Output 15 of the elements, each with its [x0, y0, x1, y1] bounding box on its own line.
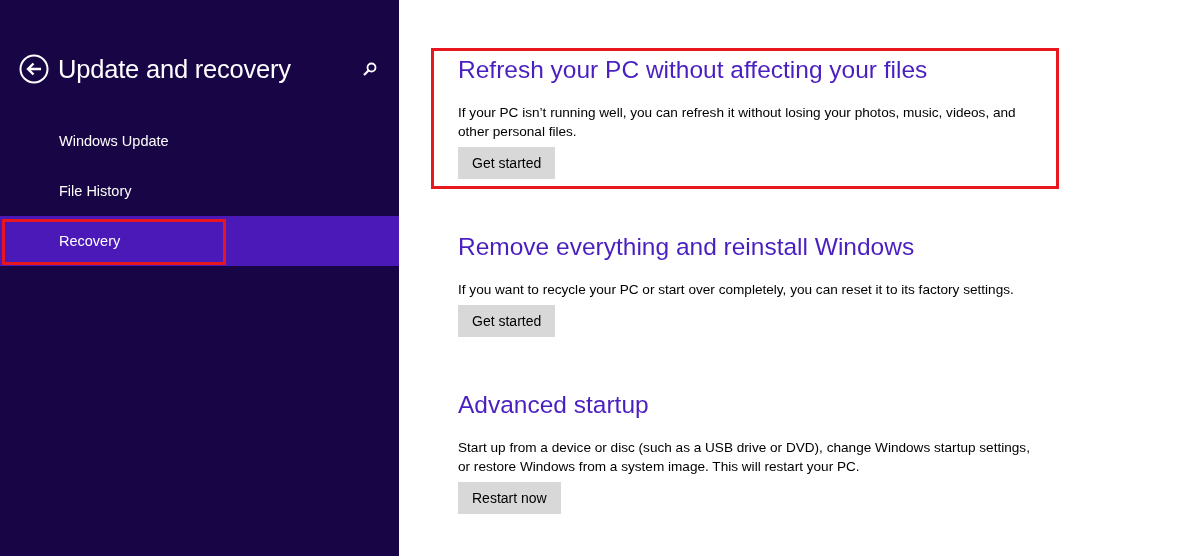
section-description: If you want to recycle your PC or start over completely, you can reset it to its factory settings. [458, 281, 1015, 299]
action-button[interactable]: Get started [458, 305, 556, 337]
section-heading: Refresh your PC without affecting your files [458, 55, 929, 85]
search-icon[interactable] [363, 62, 377, 76]
page-title: Update and recovery [58, 54, 292, 84]
nav-item[interactable]: Recovery [0, 216, 399, 266]
section-heading: Advanced startup [458, 390, 650, 420]
nav-item[interactable]: Windows Update [0, 116, 399, 166]
section-heading: Remove everything and reinstall Windows [458, 232, 916, 262]
back-icon[interactable] [19, 54, 49, 84]
section-description: Start up from a device or disc (such as a USB drive or DVD), change Windows startup settings, or restore Windows from a system image. This will restart your PC. [458, 439, 1031, 476]
nav-item[interactable]: File History [0, 166, 399, 216]
section-description: If your PC isn’t running well, you can refresh it without losing your photos, music, videos, and other personal files. [458, 104, 1017, 141]
action-button[interactable]: Restart now [458, 482, 561, 514]
action-button[interactable]: Get started [458, 147, 556, 179]
